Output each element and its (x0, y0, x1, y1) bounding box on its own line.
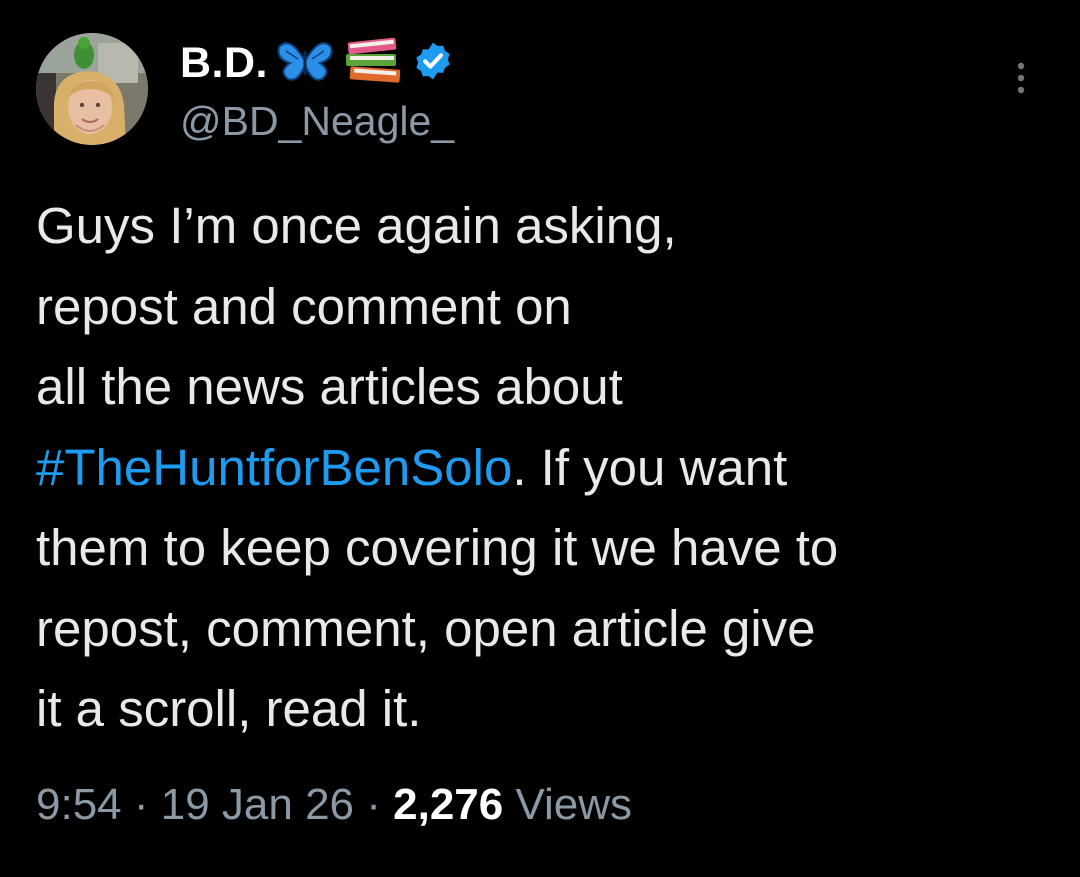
views-label: Views (503, 780, 633, 829)
avatar[interactable] (36, 33, 148, 145)
hashtag-link[interactable]: #TheHuntforBenSolo (36, 439, 512, 496)
tweet-text-line: Guys I’m once again asking, (36, 197, 677, 254)
tweet-text-line: it a scroll, read it. (36, 680, 422, 737)
verified-badge-icon (412, 40, 454, 87)
tweet-text-line: #TheHuntforBenSolo. If you want (36, 428, 1046, 509)
tweet-text-line: all the news articles about (36, 358, 623, 415)
tweet-card: B.D. @BD_Neagle_ Guys I’m once again ask… (0, 0, 1080, 877)
tweet-date[interactable]: 19 Jan 26 (161, 780, 354, 829)
tweet-meta: 9:54 · 19 Jan 26 · 2,276 Views (36, 780, 632, 830)
tweet-text-line: repost and comment on (36, 277, 572, 335)
tweet-text-line: repost, comment, open article give (36, 599, 816, 657)
meta-separator: · (354, 780, 394, 829)
tweet-text: Guys I’m once again asking, repost and c… (36, 186, 1046, 750)
meta-separator: · (121, 780, 161, 829)
more-vertical-icon[interactable] (1006, 60, 1036, 100)
tweet-time[interactable]: 9:54 (36, 780, 122, 829)
display-name[interactable]: B.D. (180, 39, 268, 88)
books-emoji (342, 37, 404, 89)
butterfly-emoji (276, 39, 334, 88)
author-name-row[interactable]: B.D. (180, 37, 454, 89)
views-count[interactable]: 2,276 (393, 780, 503, 829)
tweet-text-fragment: . If you want (512, 438, 788, 496)
tweet-text-line: them to keep covering it we have to (36, 519, 839, 576)
author-handle[interactable]: @BD_Neagle_ (180, 98, 454, 145)
